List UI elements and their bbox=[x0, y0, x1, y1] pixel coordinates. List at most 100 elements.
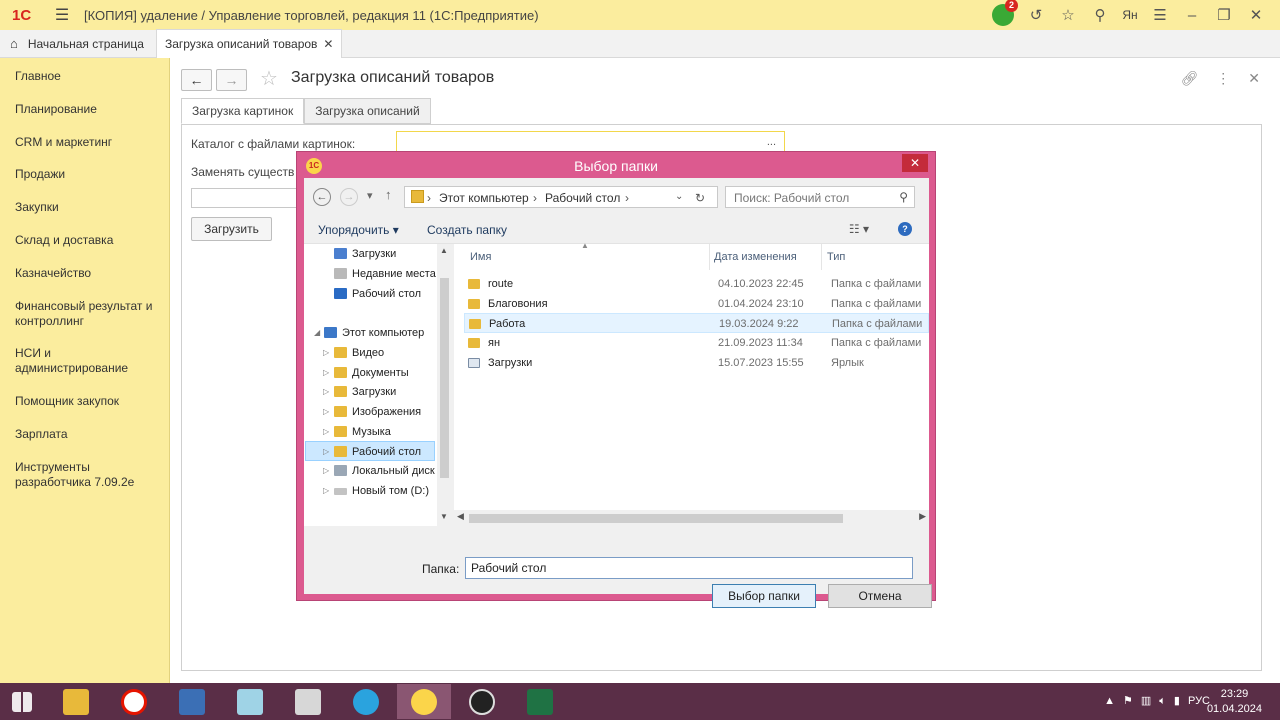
user-name[interactable]: Ян bbox=[1116, 8, 1144, 22]
file-list-hscrollbar[interactable]: ◀ ▶ bbox=[454, 510, 929, 526]
sidebar-item-warehouse[interactable]: Склад и доставка bbox=[0, 233, 128, 248]
cancel-button[interactable]: Отмена bbox=[828, 584, 932, 608]
recent-dropdown-icon[interactable]: ▾ bbox=[367, 189, 373, 202]
tray-signal-icon[interactable]: ▮ bbox=[1174, 683, 1180, 720]
tree-item-drive-d[interactable]: ▷ Новый том (D:) bbox=[304, 481, 438, 501]
help-icon[interactable]: ? bbox=[898, 222, 912, 236]
more-actions-icon[interactable]: ⋮ bbox=[1216, 70, 1230, 87]
scroll-up-icon[interactable]: ▲ bbox=[440, 246, 448, 255]
close-tab-icon[interactable]: ✕ bbox=[323, 37, 333, 51]
search-icon[interactable]: ⚲ bbox=[1084, 6, 1116, 24]
tree-item-pictures[interactable]: ▷ Изображения bbox=[304, 402, 438, 422]
file-row-hovered[interactable]: Работа 19.03.2024 9:22 Папка с файлами bbox=[464, 313, 929, 333]
folder-name-input[interactable]: Рабочий стол bbox=[465, 557, 913, 579]
up-arrow-icon[interactable]: ↑ bbox=[385, 187, 392, 202]
collapsed-arrow-icon[interactable]: ▷ bbox=[323, 363, 329, 383]
settings-menu-icon[interactable]: ☰ bbox=[1144, 6, 1176, 24]
tab-load-descriptions-form[interactable]: Загрузка описаний bbox=[304, 98, 431, 124]
taskbar-clock[interactable]: 23:29 01.04.2024 bbox=[1207, 687, 1262, 717]
file-row[interactable]: Благовония 01.04.2024 23:10 Папка с файл… bbox=[464, 294, 929, 314]
taskbar-tool[interactable] bbox=[281, 684, 335, 719]
sidebar-item-treasury[interactable]: Казначейство bbox=[0, 266, 106, 281]
tray-volume-icon[interactable]: 🔈︎ bbox=[1159, 683, 1166, 720]
tree-item-documents[interactable]: ▷ Документы bbox=[304, 363, 438, 383]
sidebar-item-planning[interactable]: Планирование bbox=[0, 102, 112, 117]
tree-scroll-thumb[interactable] bbox=[440, 278, 449, 478]
tree-item-desktop-fav[interactable]: Рабочий стол bbox=[304, 284, 438, 304]
column-date[interactable]: Дата изменения bbox=[714, 244, 797, 270]
taskbar-excel[interactable] bbox=[513, 684, 567, 719]
sidebar-item-crm[interactable]: CRM и маркетинг bbox=[0, 135, 127, 150]
refresh-icon[interactable]: ↻ bbox=[695, 191, 705, 205]
tree-item-recent[interactable]: Недавние места bbox=[304, 264, 438, 284]
close-form-icon[interactable]: ✕ bbox=[1248, 70, 1260, 87]
collapsed-arrow-icon[interactable]: ▷ bbox=[323, 461, 329, 481]
folder-search-input[interactable]: Поиск: Рабочий стол ⚲ bbox=[725, 186, 915, 208]
history-icon[interactable]: ↺ bbox=[1020, 6, 1052, 24]
file-row[interactable]: Загрузки 15.07.2023 15:55 Ярлык bbox=[464, 353, 929, 373]
scroll-right-icon[interactable]: ▶ bbox=[919, 511, 926, 522]
tray-network-icon[interactable]: ▥ bbox=[1141, 683, 1151, 720]
tree-item-this-pc[interactable]: ◢ Этот компьютер bbox=[304, 323, 438, 343]
sidebar-item-sales[interactable]: Продажи bbox=[0, 167, 80, 182]
address-bar[interactable]: › Этот компьютер › Рабочий стол › ⌄ ↻ bbox=[404, 186, 718, 208]
sidebar-item-main[interactable]: Главное bbox=[0, 69, 76, 84]
forward-arrow-icon[interactable]: → bbox=[340, 188, 358, 206]
taskbar-telegram[interactable] bbox=[339, 684, 393, 719]
taskbar-yandex[interactable] bbox=[107, 684, 161, 719]
close-window-icon[interactable]: ✕ bbox=[1240, 6, 1272, 24]
tree-item-desktop-selected[interactable]: ▷ Рабочий стол bbox=[305, 441, 435, 461]
taskbar-1c[interactable] bbox=[397, 684, 451, 719]
link-icon[interactable]: 🔗︎ bbox=[1180, 70, 1198, 87]
address-dropdown-icon[interactable]: ⌄ bbox=[675, 191, 683, 202]
taskbar-explorer[interactable] bbox=[49, 684, 103, 719]
tree-item-local-disk[interactable]: ▷ Локальный диск bbox=[304, 461, 438, 481]
forward-button[interactable]: → bbox=[216, 69, 247, 91]
sidebar-item-dev-tools[interactable]: Инструменты разработчика 7.09.2е bbox=[0, 460, 150, 490]
tree-item-music[interactable]: ▷ Музыка bbox=[304, 422, 438, 442]
collapsed-arrow-icon[interactable]: ▷ bbox=[323, 382, 329, 402]
sidebar-item-purchase-assistant[interactable]: Помощник закупок bbox=[0, 394, 134, 409]
tray-flag-icon[interactable]: ⚑ bbox=[1123, 683, 1133, 720]
tree-item-downloads-fav[interactable]: Загрузки bbox=[304, 244, 438, 264]
expanded-arrow-icon[interactable]: ◢ bbox=[314, 323, 320, 343]
select-folder-button[interactable]: Выбор папки bbox=[712, 584, 816, 608]
sidebar-item-salary[interactable]: Зарплата bbox=[0, 427, 83, 442]
collapsed-arrow-icon[interactable]: ▷ bbox=[323, 402, 329, 422]
view-options-icon[interactable]: ☷ ▾ bbox=[849, 222, 869, 236]
start-button[interactable] bbox=[0, 684, 44, 719]
load-button[interactable]: Загрузить bbox=[191, 217, 272, 241]
tree-scrollbar[interactable]: ▲ ▼ bbox=[437, 244, 452, 526]
tree-item-video[interactable]: ▷ Видео bbox=[304, 343, 438, 363]
favorite-star-icon[interactable]: ☆ bbox=[260, 66, 278, 91]
back-arrow-icon[interactable]: ← bbox=[313, 188, 331, 206]
breadcrumb-desktop[interactable]: Рабочий стол bbox=[545, 191, 620, 205]
tab-load-descriptions[interactable]: Загрузка описаний товаров ✕ bbox=[155, 29, 343, 58]
back-button[interactable]: ← bbox=[181, 69, 212, 91]
breadcrumb-computer[interactable]: Этот компьютер bbox=[439, 191, 529, 205]
file-row[interactable]: route 04.10.2023 22:45 Папка с файлами bbox=[464, 274, 929, 294]
sidebar-item-finance[interactable]: Финансовый результат и контроллинг bbox=[0, 299, 170, 329]
taskbar-notepad[interactable] bbox=[223, 684, 277, 719]
hamburger-menu-icon[interactable]: ☰ bbox=[50, 5, 74, 25]
collapsed-arrow-icon[interactable]: ▷ bbox=[323, 481, 329, 501]
collapsed-arrow-icon[interactable]: ▷ bbox=[323, 442, 329, 460]
organize-button[interactable]: Упорядочить ▾ bbox=[318, 223, 399, 237]
tray-expand-icon[interactable]: ▲ bbox=[1104, 683, 1115, 720]
browse-icon[interactable]: ... bbox=[767, 136, 776, 148]
collapsed-arrow-icon[interactable]: ▷ bbox=[323, 422, 329, 442]
column-type[interactable]: Тип bbox=[827, 244, 845, 270]
collapsed-arrow-icon[interactable]: ▷ bbox=[323, 343, 329, 363]
tab-home[interactable]: ⌂ Начальная страница bbox=[0, 30, 156, 57]
favorites-star-icon[interactable]: ☆ bbox=[1052, 6, 1084, 24]
replace-input[interactable] bbox=[191, 188, 301, 208]
scroll-left-icon[interactable]: ◀ bbox=[457, 511, 464, 522]
minimize-icon[interactable]: – bbox=[1176, 7, 1208, 24]
sidebar-item-purchases[interactable]: Закупки bbox=[0, 200, 74, 215]
taskbar-obs[interactable] bbox=[455, 684, 509, 719]
tab-load-pictures[interactable]: Загрузка картинок bbox=[181, 98, 305, 124]
tree-item-downloads[interactable]: ▷ Загрузки bbox=[304, 382, 438, 402]
restore-icon[interactable]: ❐ bbox=[1208, 6, 1240, 24]
hscroll-thumb[interactable] bbox=[469, 514, 843, 523]
column-name[interactable]: Имя bbox=[470, 244, 491, 270]
